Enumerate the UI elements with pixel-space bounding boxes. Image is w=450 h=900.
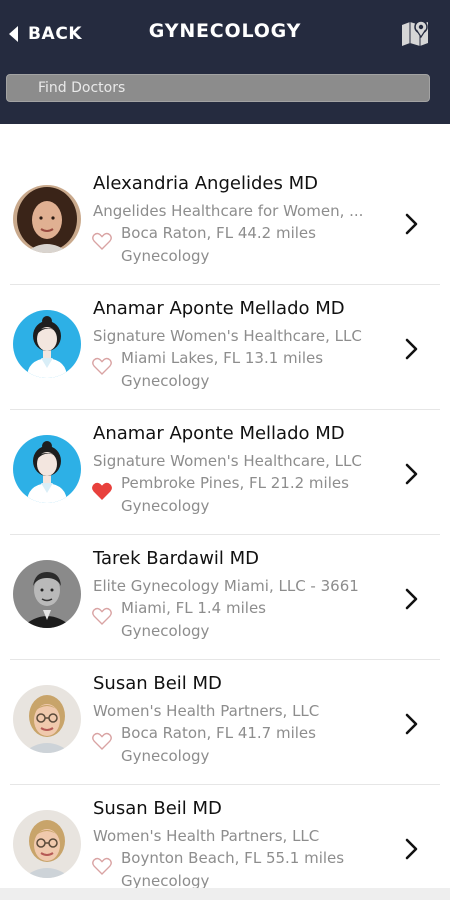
heart-outline-icon[interactable] (92, 732, 112, 750)
heart-filled-icon[interactable] (92, 482, 112, 500)
map-pin-icon (402, 20, 428, 46)
photo-woman-curly-hair-icon (13, 185, 81, 253)
doctor-name: Susan Beil MD (93, 798, 222, 819)
doctor-name: Alexandria Angelides MD (93, 173, 318, 194)
heart-outline-icon[interactable] (92, 357, 112, 375)
location-distance: Miami, FL 1.4 miles (121, 599, 266, 617)
location-distance: Boynton Beach, FL 55.1 miles (121, 849, 345, 867)
chevron-right-icon (405, 463, 418, 485)
location-distance: Pembroke Pines, FL 21.2 miles (121, 474, 349, 492)
search-input[interactable] (7, 75, 429, 101)
chevron-right-icon (405, 713, 418, 735)
specialty: Gynecology (121, 247, 210, 265)
page-title: GYNECOLOGY (148, 20, 302, 42)
heart-outline-icon[interactable] (92, 857, 112, 875)
doctor-row[interactable]: Anamar Aponte Mellado MD Signature Women'… (0, 410, 450, 535)
specialty: Gynecology (121, 372, 210, 390)
location-distance: Boca Raton, FL 44.2 miles (121, 224, 316, 242)
photo-woman-glasses-icon (13, 810, 81, 878)
top-bar: BACK GYNECOLOGY (0, 0, 450, 124)
location-distance: Miami Lakes, FL 13.1 miles (121, 349, 324, 367)
practice-name: Women's Health Partners, LLC (93, 827, 320, 845)
default-female-avatar-icon (13, 310, 81, 378)
map-button[interactable] (400, 17, 430, 47)
doctor-name: Anamar Aponte Mellado MD (93, 298, 345, 319)
doctor-row[interactable]: Alexandria Angelides MD Angelides Healthc… (0, 160, 450, 285)
heart-outline-icon[interactable] (92, 607, 112, 625)
specialty: Gynecology (121, 497, 210, 515)
practice-name: Signature Women's Healthcare, LLC (93, 452, 362, 470)
specialty: Gynecology (121, 747, 210, 765)
heart-outline-icon[interactable] (92, 232, 112, 250)
location-distance: Boca Raton, FL 41.7 miles (121, 724, 316, 742)
photo-woman-glasses-icon (13, 685, 81, 753)
bottom-edge (0, 888, 450, 900)
practice-name: Elite Gynecology Miami, LLC - 3661 (93, 577, 359, 595)
chevron-right-icon (405, 588, 418, 610)
doctor-name: Tarek Bardawil MD (93, 548, 260, 569)
practice-name: Women's Health Partners, LLC (93, 702, 320, 720)
doctor-list: Alexandria Angelides MD Angelides Healthc… (0, 160, 450, 900)
search-bar[interactable] (6, 74, 430, 102)
doctor-name: Anamar Aponte Mellado MD (93, 423, 345, 444)
practice-name: Signature Women's Healthcare, LLC (93, 327, 362, 345)
doctor-row[interactable]: Susan Beil MD Women's Health Partners, LL… (0, 660, 450, 785)
default-female-avatar-icon (13, 435, 81, 503)
photo-man-bw-icon (13, 560, 81, 628)
doctor-row[interactable]: Anamar Aponte Mellado MD Signature Women'… (0, 285, 450, 410)
specialty: Gynecology (121, 622, 210, 640)
doctor-row[interactable]: Susan Beil MD Women's Health Partners, LL… (0, 785, 450, 900)
doctor-row[interactable]: Tarek Bardawil MD Elite Gynecology Miami,… (0, 535, 450, 660)
chevron-right-icon (405, 838, 418, 860)
chevron-right-icon (405, 213, 418, 235)
chevron-right-icon (405, 338, 418, 360)
practice-name: Angelides Healthcare for Women, ... (93, 202, 364, 220)
doctor-name: Susan Beil MD (93, 673, 222, 694)
